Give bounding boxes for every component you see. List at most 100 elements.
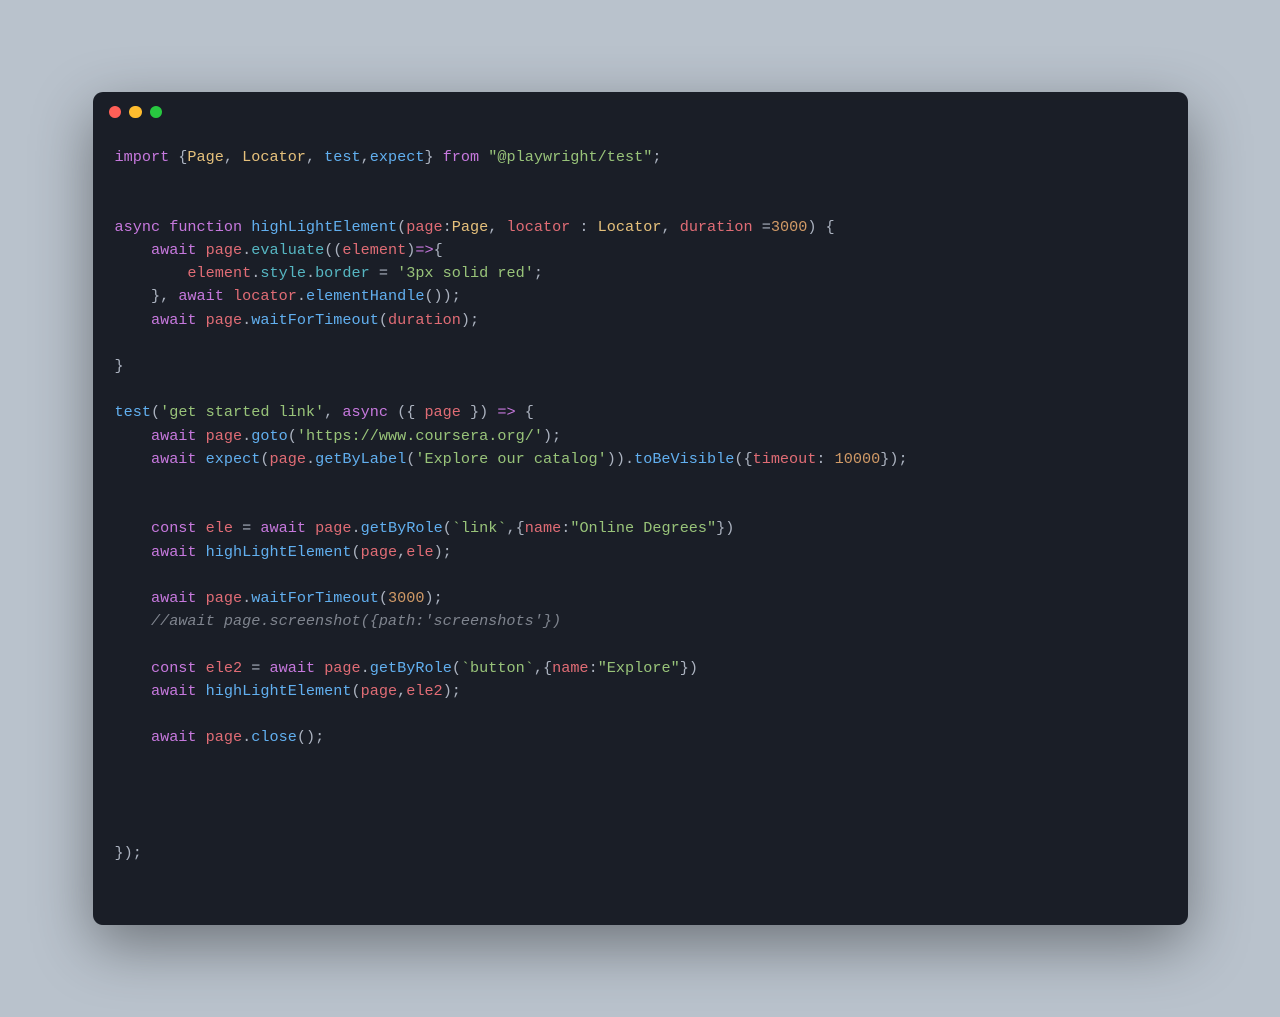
paren: (: [452, 659, 461, 677]
ident-ele2: ele2: [206, 659, 242, 677]
ident-page: page: [206, 427, 242, 445]
ident-page: page: [315, 519, 351, 537]
comma-brace: ,{: [534, 659, 552, 677]
keyword-await: await: [151, 450, 197, 468]
space: [197, 728, 206, 746]
func-expect: expect: [206, 450, 261, 468]
keyword-await: await: [260, 519, 306, 537]
space: [197, 543, 206, 561]
keyword-import: import: [115, 148, 170, 166]
ident-ele: ele: [206, 519, 233, 537]
space: [197, 311, 206, 329]
equals: =: [233, 519, 260, 537]
indent: [115, 241, 151, 259]
indent: [115, 682, 151, 700]
paren: (: [443, 519, 452, 537]
type-page: Page: [187, 148, 223, 166]
keyword-function: function: [169, 218, 242, 236]
indent: [115, 519, 151, 537]
ident-ele: ele: [406, 543, 433, 561]
close-brace: }: [115, 357, 124, 375]
keyword-await: await: [151, 311, 197, 329]
maximize-icon[interactable]: [150, 106, 163, 119]
keyword-await: await: [151, 728, 197, 746]
paren-semi: ());: [424, 287, 460, 305]
string-import-path: "@playwright/test": [488, 148, 652, 166]
string-border: '3px solid red': [397, 264, 534, 282]
string-online-degrees: "Online Degrees": [570, 519, 716, 537]
indent: [115, 728, 151, 746]
comma: ,: [224, 148, 242, 166]
ident-page: page: [206, 311, 242, 329]
indent: [115, 427, 151, 445]
space: ({: [388, 403, 424, 421]
space: [197, 519, 206, 537]
colon: :: [443, 218, 452, 236]
equals: =: [753, 218, 771, 236]
keyword-await: await: [178, 287, 224, 305]
ident-element: element: [187, 264, 251, 282]
code-editor-window: import {Page, Locator, test,expect} from…: [93, 92, 1188, 926]
colon: :: [589, 659, 598, 677]
window-titlebar: [93, 92, 1188, 133]
prop-style: style: [260, 264, 306, 282]
ident-page: page: [206, 589, 242, 607]
indent: [115, 543, 151, 561]
ident-page: page: [206, 728, 242, 746]
keyword-const: const: [151, 519, 197, 537]
space: [306, 519, 315, 537]
code-content[interactable]: import {Page, Locator, test,expect} from…: [93, 132, 1188, 925]
dot: .: [251, 264, 260, 282]
comma: ,: [397, 543, 406, 561]
string-button: `button`: [461, 659, 534, 677]
type-locator: Locator: [242, 148, 306, 166]
indent: [115, 659, 151, 677]
indent: [115, 589, 151, 607]
keyword-const: const: [151, 659, 197, 677]
ident-page: page: [361, 543, 397, 561]
indent: },: [115, 287, 179, 305]
colon: :: [561, 519, 570, 537]
paren: (: [379, 589, 388, 607]
param-page: page: [424, 403, 460, 421]
equals: =: [370, 264, 397, 282]
paren: (: [151, 403, 160, 421]
paren: (: [352, 543, 361, 561]
method-elementhandle: elementHandle: [306, 287, 424, 305]
paren: ((: [324, 241, 342, 259]
type-page: Page: [452, 218, 488, 236]
dot: .: [352, 519, 361, 537]
indent: [115, 264, 188, 282]
brace: {: [434, 241, 443, 259]
keyword-async: async: [115, 218, 161, 236]
string-label: 'Explore our catalog': [415, 450, 606, 468]
ident-locator: locator: [233, 287, 297, 305]
paren-semi: );: [424, 589, 442, 607]
dot: .: [361, 659, 370, 677]
ident-page: page: [206, 241, 242, 259]
ident-test: test: [324, 148, 360, 166]
string-explore: "Explore": [598, 659, 680, 677]
close-icon[interactable]: [109, 106, 122, 119]
comma: ,: [324, 403, 342, 421]
paren-brace: ) {: [807, 218, 834, 236]
paren-semi: });: [880, 450, 907, 468]
method-getbyrole: getByRole: [361, 519, 443, 537]
method-goto: goto: [251, 427, 287, 445]
space: [197, 589, 206, 607]
keyword-await: await: [269, 659, 315, 677]
space: [479, 148, 488, 166]
brace: {: [516, 403, 534, 421]
semicolon: ;: [652, 148, 661, 166]
paren-semi: );: [434, 543, 452, 561]
type-locator: Locator: [598, 218, 662, 236]
space: [315, 659, 324, 677]
dot: .: [297, 287, 306, 305]
paren: }): [716, 519, 734, 537]
ident-expect: expect: [370, 148, 425, 166]
space: [160, 218, 169, 236]
method-waitfortimeout: waitForTimeout: [251, 311, 379, 329]
prop-border: border: [315, 264, 370, 282]
minimize-icon[interactable]: [129, 106, 142, 119]
dot: .: [242, 241, 251, 259]
